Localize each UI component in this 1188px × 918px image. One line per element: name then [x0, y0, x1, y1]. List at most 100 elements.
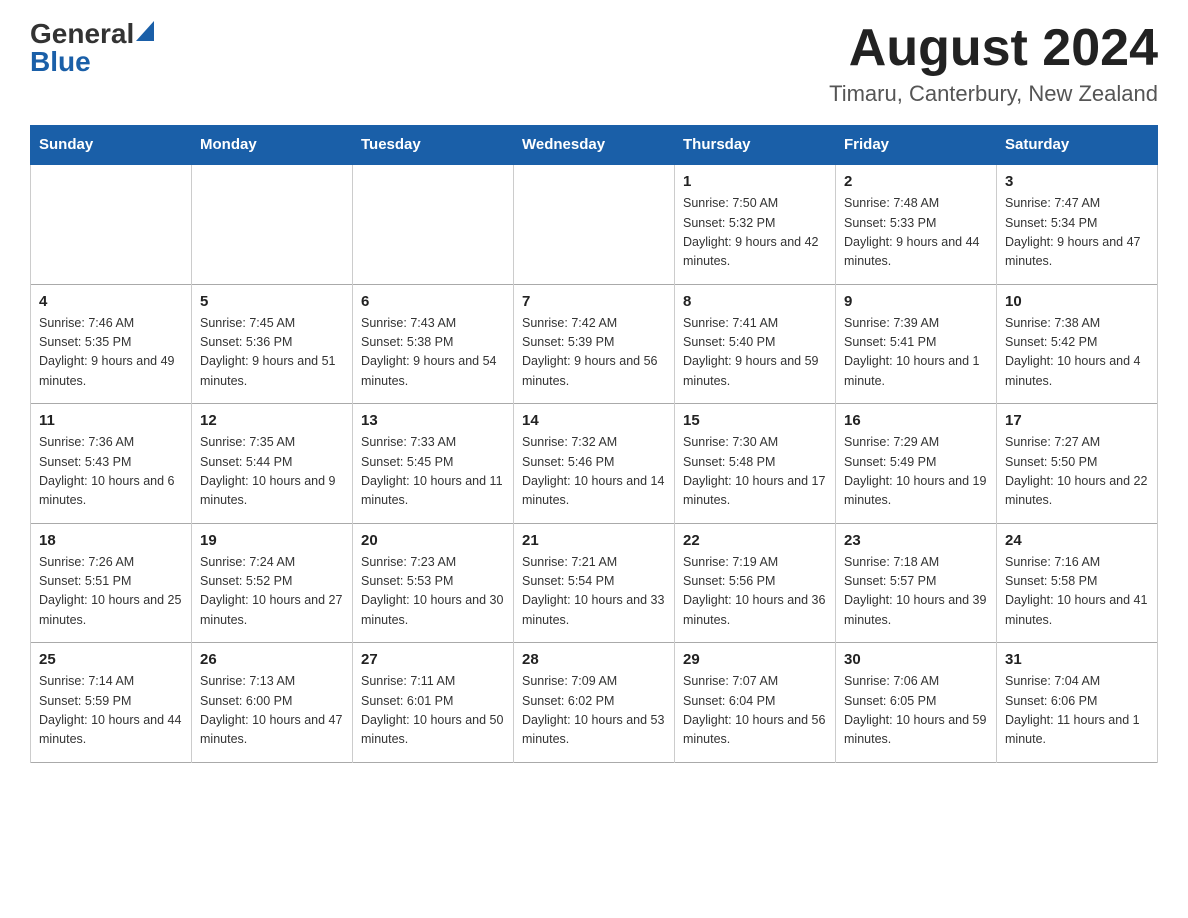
day-info: Sunrise: 7:07 AMSunset: 6:04 PMDaylight:… [683, 672, 827, 750]
day-info: Sunrise: 7:50 AMSunset: 5:32 PMDaylight:… [683, 194, 827, 272]
day-number: 12 [200, 412, 344, 429]
day-number: 23 [844, 532, 988, 549]
day-info: Sunrise: 7:13 AMSunset: 6:00 PMDaylight:… [200, 672, 344, 750]
day-number: 3 [1005, 173, 1149, 190]
day-info: Sunrise: 7:16 AMSunset: 5:58 PMDaylight:… [1005, 553, 1149, 631]
calendar-cell: 16Sunrise: 7:29 AMSunset: 5:49 PMDayligh… [836, 404, 997, 524]
calendar-week-1: 1 Sunrise: 7:50 AMSunset: 5:32 PMDaylight… [31, 164, 1158, 284]
day-number: 4 [39, 293, 183, 310]
day-number: 7 [522, 293, 666, 310]
day-number: 11 [39, 412, 183, 429]
day-number: 24 [1005, 532, 1149, 549]
day-number: 10 [1005, 293, 1149, 310]
day-number: 20 [361, 532, 505, 549]
calendar-cell: 25Sunrise: 7:14 AMSunset: 5:59 PMDayligh… [31, 643, 192, 763]
day-number: 27 [361, 651, 505, 668]
calendar-header-friday: Friday [836, 126, 997, 165]
day-number: 31 [1005, 651, 1149, 668]
day-info: Sunrise: 7:48 AMSunset: 5:33 PMDaylight:… [844, 194, 988, 272]
day-info: Sunrise: 7:27 AMSunset: 5:50 PMDaylight:… [1005, 433, 1149, 511]
day-number: 18 [39, 532, 183, 549]
day-number: 8 [683, 293, 827, 310]
location-subtitle: Timaru, Canterbury, New Zealand [829, 81, 1158, 107]
calendar-cell: 3 Sunrise: 7:47 AMSunset: 5:34 PMDaylight… [997, 164, 1158, 284]
day-info: Sunrise: 7:11 AMSunset: 6:01 PMDaylight:… [361, 672, 505, 750]
calendar-cell: 31 Sunrise: 7:04 AMSunset: 6:06 PMDayligh… [997, 643, 1158, 763]
day-info: Sunrise: 7:06 AMSunset: 6:05 PMDaylight:… [844, 672, 988, 750]
day-number: 19 [200, 532, 344, 549]
calendar-cell: 21 Sunrise: 7:21 AMSunset: 5:54 PMDayligh… [514, 523, 675, 643]
day-info: Sunrise: 7:04 AMSunset: 6:06 PMDaylight:… [1005, 672, 1149, 750]
calendar-cell: 30 Sunrise: 7:06 AMSunset: 6:05 PMDayligh… [836, 643, 997, 763]
calendar-cell: 18 Sunrise: 7:26 AMSunset: 5:51 PMDayligh… [31, 523, 192, 643]
day-number: 5 [200, 293, 344, 310]
day-number: 17 [1005, 412, 1149, 429]
calendar-week-2: 4 Sunrise: 7:46 AMSunset: 5:35 PMDaylight… [31, 284, 1158, 404]
calendar-cell: 19Sunrise: 7:24 AMSunset: 5:52 PMDayligh… [192, 523, 353, 643]
calendar-cell: 7 Sunrise: 7:42 AMSunset: 5:39 PMDaylight… [514, 284, 675, 404]
day-number: 30 [844, 651, 988, 668]
calendar-week-5: 25Sunrise: 7:14 AMSunset: 5:59 PMDayligh… [31, 643, 1158, 763]
day-number: 9 [844, 293, 988, 310]
calendar-week-3: 11Sunrise: 7:36 AMSunset: 5:43 PMDayligh… [31, 404, 1158, 524]
day-info: Sunrise: 7:26 AMSunset: 5:51 PMDaylight:… [39, 553, 183, 631]
calendar-cell: 10 Sunrise: 7:38 AMSunset: 5:42 PMDayligh… [997, 284, 1158, 404]
day-info: Sunrise: 7:35 AMSunset: 5:44 PMDaylight:… [200, 433, 344, 511]
day-info: Sunrise: 7:43 AMSunset: 5:38 PMDaylight:… [361, 314, 505, 392]
day-info: Sunrise: 7:41 AMSunset: 5:40 PMDaylight:… [683, 314, 827, 392]
day-number: 6 [361, 293, 505, 310]
day-info: Sunrise: 7:19 AMSunset: 5:56 PMDaylight:… [683, 553, 827, 631]
day-info: Sunrise: 7:45 AMSunset: 5:36 PMDaylight:… [200, 314, 344, 392]
calendar-cell: 26 Sunrise: 7:13 AMSunset: 6:00 PMDayligh… [192, 643, 353, 763]
calendar-cell: 29 Sunrise: 7:07 AMSunset: 6:04 PMDayligh… [675, 643, 836, 763]
logo-blue-text: Blue [30, 46, 91, 77]
calendar-cell: 22 Sunrise: 7:19 AMSunset: 5:56 PMDayligh… [675, 523, 836, 643]
day-info: Sunrise: 7:23 AMSunset: 5:53 PMDaylight:… [361, 553, 505, 631]
day-info: Sunrise: 7:38 AMSunset: 5:42 PMDaylight:… [1005, 314, 1149, 392]
calendar-cell: 15 Sunrise: 7:30 AMSunset: 5:48 PMDayligh… [675, 404, 836, 524]
header: General Blue August 2024 Timaru, Canterb… [30, 20, 1158, 107]
day-number: 14 [522, 412, 666, 429]
calendar-cell: 4 Sunrise: 7:46 AMSunset: 5:35 PMDaylight… [31, 284, 192, 404]
day-number: 25 [39, 651, 183, 668]
day-info: Sunrise: 7:30 AMSunset: 5:48 PMDaylight:… [683, 433, 827, 511]
calendar-header-thursday: Thursday [675, 126, 836, 165]
day-info: Sunrise: 7:39 AMSunset: 5:41 PMDaylight:… [844, 314, 988, 392]
day-number: 22 [683, 532, 827, 549]
calendar-cell: 8 Sunrise: 7:41 AMSunset: 5:40 PMDaylight… [675, 284, 836, 404]
day-number: 29 [683, 651, 827, 668]
day-number: 28 [522, 651, 666, 668]
calendar-cell: 9 Sunrise: 7:39 AMSunset: 5:41 PMDaylight… [836, 284, 997, 404]
day-info: Sunrise: 7:09 AMSunset: 6:02 PMDaylight:… [522, 672, 666, 750]
month-title: August 2024 [829, 20, 1158, 77]
day-info: Sunrise: 7:21 AMSunset: 5:54 PMDaylight:… [522, 553, 666, 631]
day-info: Sunrise: 7:47 AMSunset: 5:34 PMDaylight:… [1005, 194, 1149, 272]
day-number: 13 [361, 412, 505, 429]
calendar-cell: 14 Sunrise: 7:32 AMSunset: 5:46 PMDayligh… [514, 404, 675, 524]
calendar-cell [353, 164, 514, 284]
logo-triangle-icon [136, 21, 154, 41]
day-info: Sunrise: 7:32 AMSunset: 5:46 PMDaylight:… [522, 433, 666, 511]
calendar-cell [31, 164, 192, 284]
calendar-cell: 12 Sunrise: 7:35 AMSunset: 5:44 PMDayligh… [192, 404, 353, 524]
calendar-cell: 23 Sunrise: 7:18 AMSunset: 5:57 PMDayligh… [836, 523, 997, 643]
calendar-cell: 11Sunrise: 7:36 AMSunset: 5:43 PMDayligh… [31, 404, 192, 524]
calendar-cell: 2 Sunrise: 7:48 AMSunset: 5:33 PMDaylight… [836, 164, 997, 284]
day-number: 1 [683, 173, 827, 190]
day-number: 15 [683, 412, 827, 429]
day-info: Sunrise: 7:46 AMSunset: 5:35 PMDaylight:… [39, 314, 183, 392]
day-info: Sunrise: 7:42 AMSunset: 5:39 PMDaylight:… [522, 314, 666, 392]
day-info: Sunrise: 7:18 AMSunset: 5:57 PMDaylight:… [844, 553, 988, 631]
day-number: 26 [200, 651, 344, 668]
calendar-cell: 24 Sunrise: 7:16 AMSunset: 5:58 PMDayligh… [997, 523, 1158, 643]
calendar-cell [514, 164, 675, 284]
day-info: Sunrise: 7:33 AMSunset: 5:45 PMDaylight:… [361, 433, 505, 511]
title-area: August 2024 Timaru, Canterbury, New Zeal… [829, 20, 1158, 107]
calendar-cell: 20 Sunrise: 7:23 AMSunset: 5:53 PMDayligh… [353, 523, 514, 643]
day-number: 21 [522, 532, 666, 549]
day-number: 2 [844, 173, 988, 190]
calendar-cell: 17 Sunrise: 7:27 AMSunset: 5:50 PMDayligh… [997, 404, 1158, 524]
calendar-header-tuesday: Tuesday [353, 126, 514, 165]
calendar-header-row: SundayMondayTuesdayWednesdayThursdayFrid… [31, 126, 1158, 165]
calendar-cell: 13 Sunrise: 7:33 AMSunset: 5:45 PMDayligh… [353, 404, 514, 524]
